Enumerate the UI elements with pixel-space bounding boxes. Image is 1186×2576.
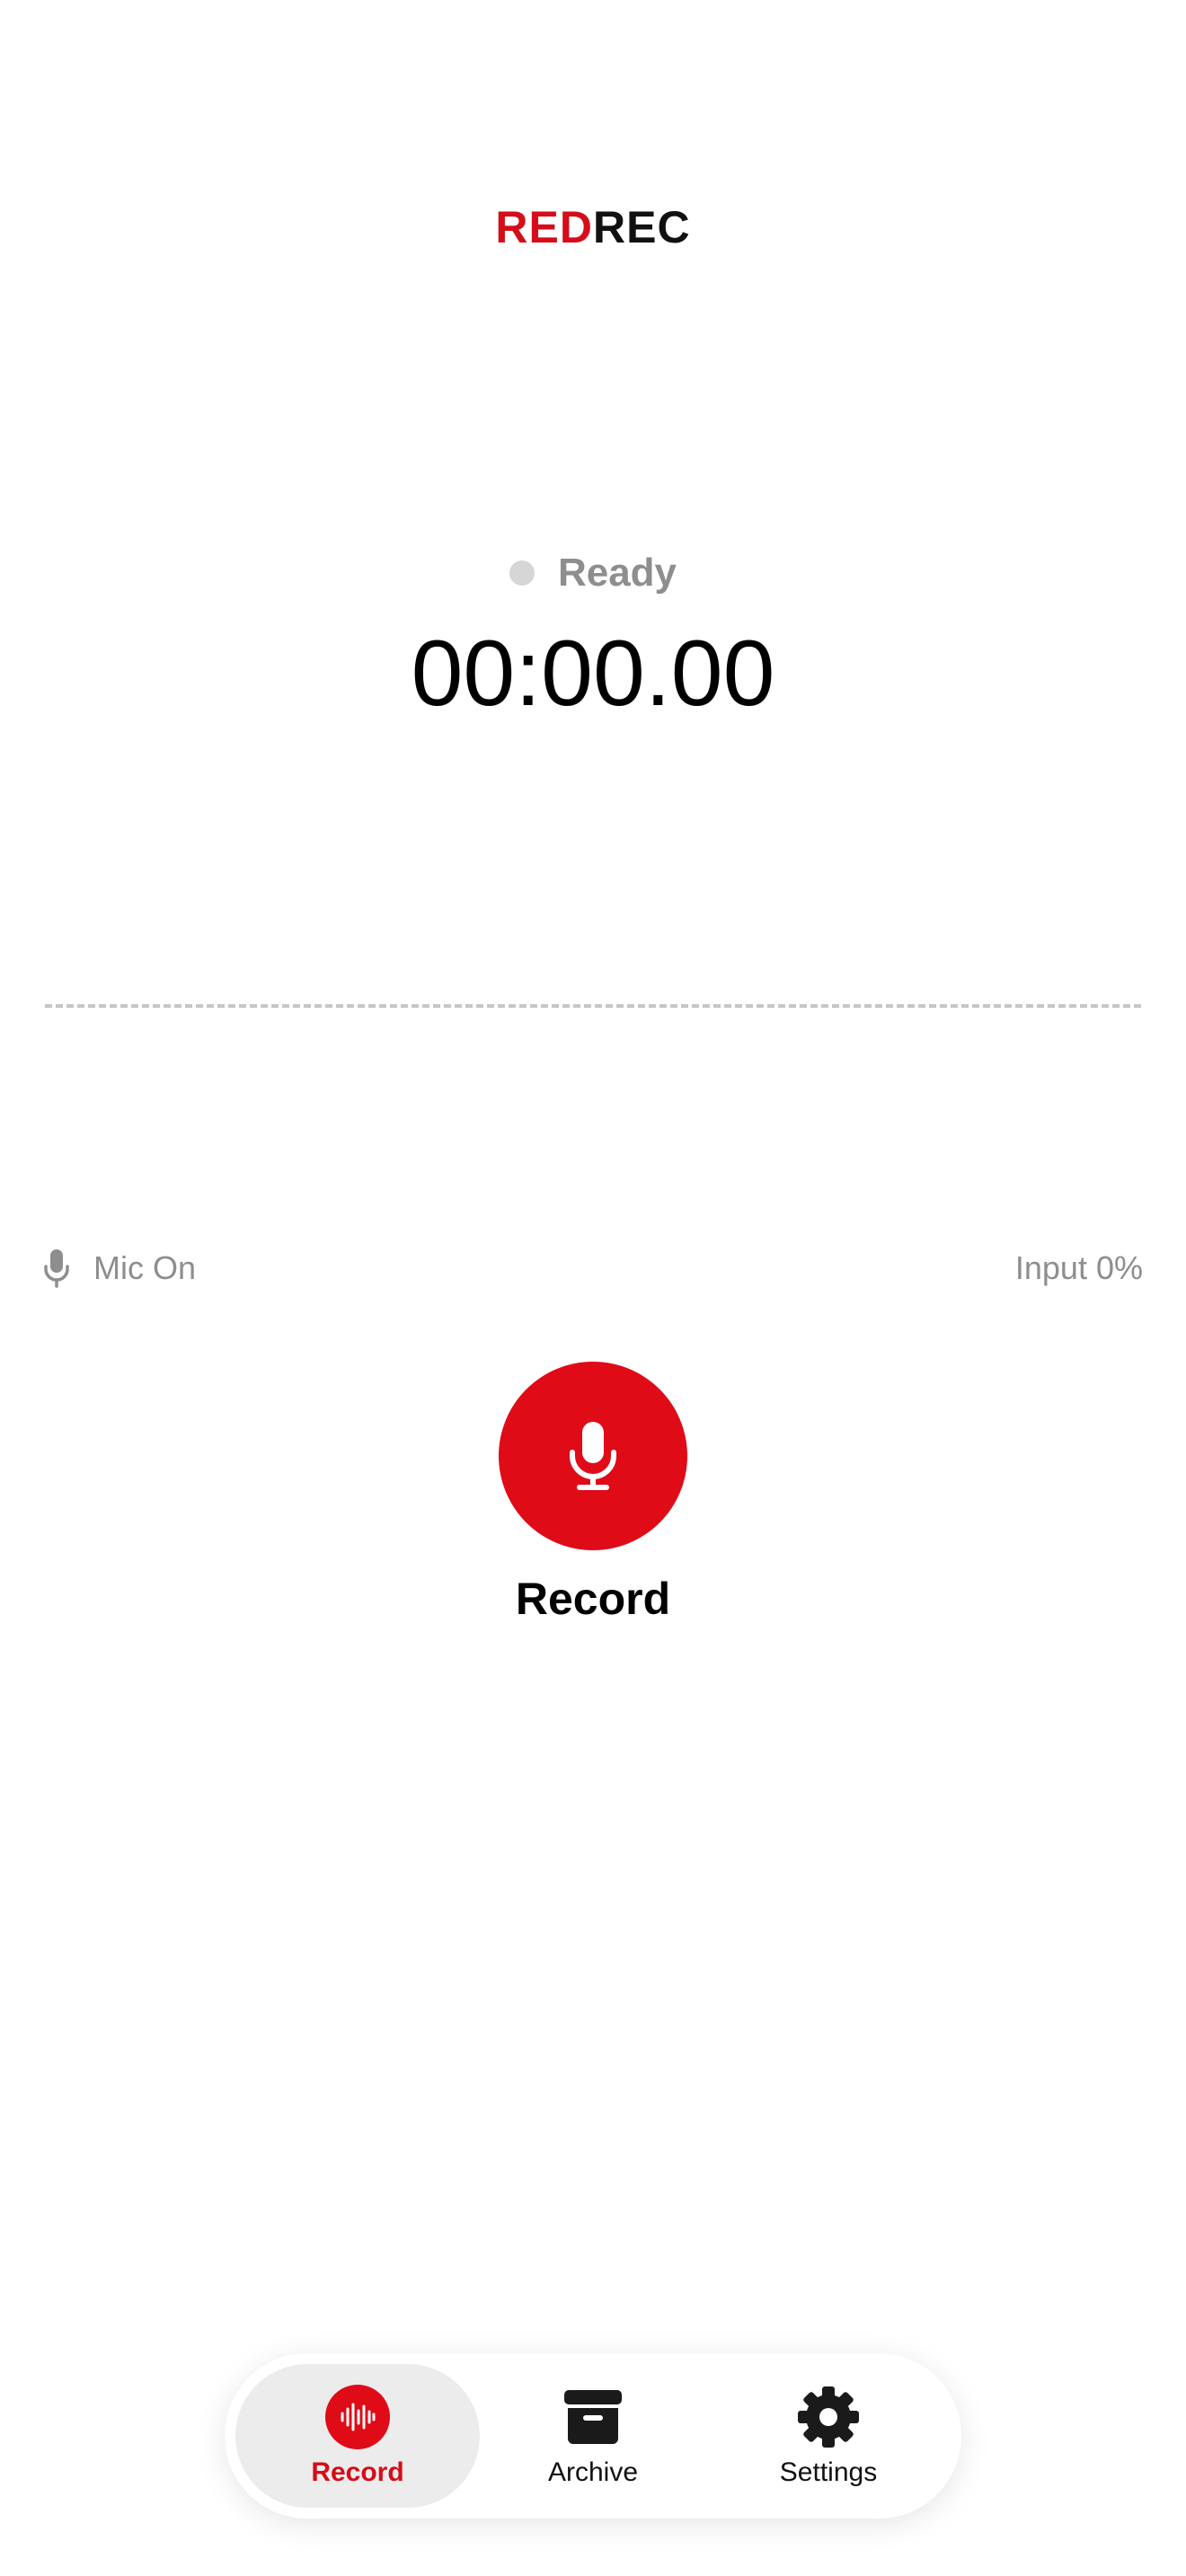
tab-settings[interactable]: Settings xyxy=(706,2364,951,2508)
elapsed-timer: 00:00.00 xyxy=(411,622,775,726)
logo-red-part: RED xyxy=(495,202,593,252)
status-label: Ready xyxy=(557,551,677,595)
tab-archive-label: Archive xyxy=(547,2457,639,2487)
microphone-icon xyxy=(44,1249,69,1288)
recording-status: Ready xyxy=(0,546,1186,600)
record-button[interactable] xyxy=(499,1362,687,1550)
waveform-icon xyxy=(325,2385,390,2449)
input-status-row: Mic On Input 0% xyxy=(43,1243,1143,1293)
logo-dark-part: REC xyxy=(593,202,691,252)
tab-settings-label: Settings xyxy=(779,2457,878,2487)
mic-status: Mic On xyxy=(43,1248,196,1288)
gear-icon xyxy=(798,2386,859,2448)
mic-status-label: Mic On xyxy=(93,1249,197,1286)
app-logo: REDREC xyxy=(0,198,1186,257)
record-button-label: Record xyxy=(515,1574,671,1624)
tab-record[interactable]: Record xyxy=(235,2364,480,2508)
input-level-label: Input 0% xyxy=(1014,1249,1143,1286)
microphone-icon xyxy=(570,1422,616,1490)
status-dot-icon xyxy=(509,560,535,586)
bottom-tab-bar: Record Archive Settings xyxy=(225,2353,961,2519)
archive-box-icon xyxy=(564,2390,622,2444)
tab-record-label: Record xyxy=(311,2457,404,2487)
tab-archive[interactable]: Archive xyxy=(487,2364,699,2508)
waveform-baseline xyxy=(45,1004,1141,1008)
